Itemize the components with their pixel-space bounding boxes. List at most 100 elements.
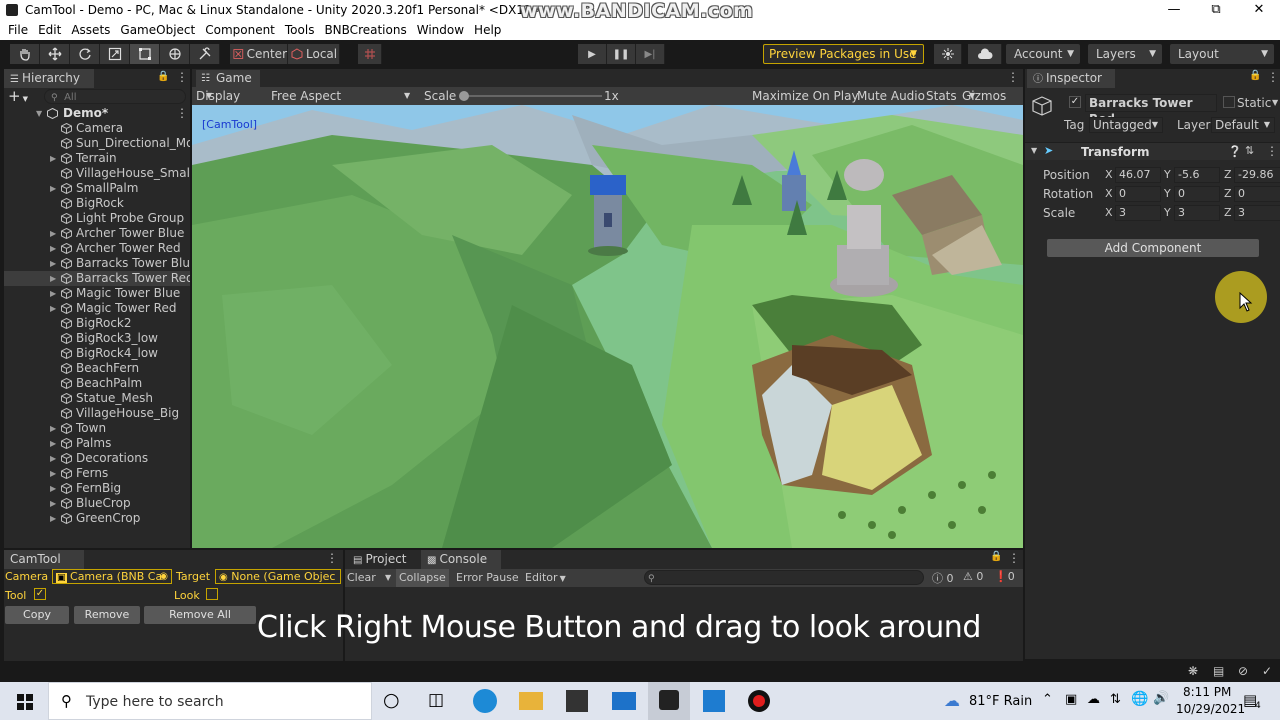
task-view-icon[interactable]: ◫ bbox=[428, 690, 444, 710]
minimize-button[interactable]: — bbox=[1152, 0, 1196, 21]
rotate-tool-button[interactable] bbox=[70, 44, 100, 64]
layers-dropdown[interactable]: Layers ▼ bbox=[1088, 44, 1162, 64]
active-checkbox[interactable]: ✓ bbox=[1069, 96, 1081, 108]
cortana-icon[interactable]: ○ bbox=[383, 689, 400, 711]
more-menu-icon[interactable]: ⋮ bbox=[326, 551, 338, 565]
edge-browser-icon[interactable] bbox=[473, 689, 497, 713]
pivot-rotation-button[interactable]: Local bbox=[288, 44, 340, 64]
lock-icon[interactable]: 🔒 bbox=[1249, 70, 1261, 81]
grid-snap-button[interactable] bbox=[358, 44, 382, 64]
pivot-mode-button[interactable]: Center bbox=[230, 44, 288, 64]
chevron-right-icon[interactable]: ▶ bbox=[50, 151, 56, 166]
hierarchy-item[interactable]: ▶ Archer Tower Blue bbox=[4, 226, 190, 241]
chevron-right-icon[interactable]: ▶ bbox=[50, 241, 56, 256]
chevron-right-icon[interactable]: ▶ bbox=[50, 256, 56, 271]
axis-y-label[interactable]: Y bbox=[1164, 168, 1171, 181]
hierarchy-item[interactable]: ▶ Decorations bbox=[4, 451, 190, 466]
hierarchy-search-input[interactable]: ⚲ All bbox=[44, 89, 186, 104]
hierarchy-item[interactable]: Sun_Directional_Morn bbox=[4, 136, 190, 151]
vscode-icon[interactable] bbox=[703, 690, 725, 712]
chevron-right-icon[interactable]: ▶ bbox=[50, 496, 56, 511]
hand-tool-button[interactable] bbox=[10, 44, 40, 64]
object-picker-icon[interactable]: ◉ bbox=[159, 570, 168, 584]
transform-y-field[interactable]: 0 bbox=[1174, 186, 1220, 202]
menu-tools[interactable]: Tools bbox=[280, 21, 320, 37]
network-icon[interactable]: ⊘ bbox=[1238, 664, 1248, 678]
transform-y-field[interactable]: -5.6 bbox=[1174, 167, 1220, 183]
store-icon[interactable] bbox=[566, 690, 588, 712]
copy-button[interactable]: Copy bbox=[5, 606, 69, 624]
menu-window[interactable]: Window bbox=[412, 21, 469, 37]
hierarchy-item[interactable]: BeachPalm bbox=[4, 376, 190, 391]
weather-text[interactable]: 81°F Rain bbox=[969, 694, 1032, 709]
maximize-button[interactable]: ⧉ bbox=[1194, 0, 1238, 21]
axis-z-label[interactable]: Z bbox=[1224, 206, 1232, 219]
scale-slider-thumb[interactable] bbox=[459, 91, 469, 101]
tab-hierarchy[interactable]: ☰ Hierarchy bbox=[4, 69, 94, 88]
error-pause-toggle[interactable]: Error Pause bbox=[456, 571, 519, 584]
chevron-right-icon[interactable]: ▶ bbox=[50, 181, 56, 196]
tab-game[interactable]: ☷ Game bbox=[196, 70, 260, 87]
hierarchy-item[interactable]: ▶ Ferns bbox=[4, 466, 190, 481]
account-dropdown[interactable]: Account ▼ bbox=[1006, 44, 1080, 64]
chevron-right-icon[interactable]: ▶ bbox=[50, 451, 56, 466]
transform-tool-button[interactable] bbox=[160, 44, 190, 64]
hierarchy-item[interactable]: Camera bbox=[4, 121, 190, 136]
transform-z-field[interactable]: 0 bbox=[1234, 186, 1280, 202]
scene-row[interactable]: ▼ Demo* ⋮ bbox=[4, 106, 190, 121]
weather-icon[interactable]: ☁ bbox=[944, 691, 960, 710]
hierarchy-item[interactable]: Statue_Mesh bbox=[4, 391, 190, 406]
console-search-input[interactable]: ⚲ bbox=[644, 570, 924, 585]
chevron-right-icon[interactable]: ▶ bbox=[50, 286, 56, 301]
hierarchy-item[interactable]: ▶ BlueCrop bbox=[4, 496, 190, 511]
clear-button[interactable]: Clear bbox=[347, 571, 376, 584]
tab-console[interactable]: ▩ Console bbox=[421, 550, 501, 569]
tray-icon[interactable]: ▣ bbox=[1065, 692, 1077, 707]
lock-icon[interactable]: 🔒 bbox=[157, 71, 169, 82]
clock-time[interactable]: 8:11 PM bbox=[1183, 685, 1231, 699]
object-name-field[interactable]: Barracks Tower Red bbox=[1085, 94, 1217, 126]
more-menu-icon[interactable]: ⋮ bbox=[176, 70, 188, 84]
file-explorer-icon[interactable] bbox=[519, 692, 543, 710]
chevron-down-icon[interactable]: ▼ bbox=[385, 573, 391, 582]
layer-dropdown[interactable]: Default ▼ bbox=[1211, 117, 1275, 133]
hierarchy-item[interactable]: Light Probe Group bbox=[4, 211, 190, 226]
error-count[interactable]: ❗0 bbox=[994, 570, 1015, 583]
chevron-up-icon[interactable]: ⌃ bbox=[1042, 692, 1053, 707]
tab-inspector[interactable]: ⓘ Inspector bbox=[1027, 69, 1115, 88]
axis-x-label[interactable]: X bbox=[1105, 206, 1113, 219]
scale-slider[interactable] bbox=[460, 95, 602, 97]
more-menu-icon[interactable]: ⋮ bbox=[1008, 551, 1020, 565]
hierarchy-item[interactable]: ▶ Archer Tower Red bbox=[4, 241, 190, 256]
hierarchy-item[interactable]: ▶ Barracks Tower Blue bbox=[4, 256, 190, 271]
chevron-down-icon[interactable]: ▼ bbox=[1272, 98, 1278, 107]
unity-taskbar-icon[interactable] bbox=[648, 682, 690, 720]
mail-icon[interactable] bbox=[612, 692, 636, 710]
hierarchy-item[interactable]: VillageHouse_Small bbox=[4, 166, 190, 181]
more-menu-icon[interactable]: ⋮ bbox=[176, 106, 188, 121]
warning-count[interactable]: ⚠ 0 bbox=[963, 570, 983, 583]
check-icon[interactable]: ✓ bbox=[1262, 664, 1272, 678]
hierarchy-item[interactable]: ▶ SmallPalm bbox=[4, 181, 190, 196]
menu-assets[interactable]: Assets bbox=[66, 21, 115, 37]
maximize-on-play-toggle[interactable]: Maximize On Play bbox=[752, 87, 859, 105]
hierarchy-item[interactable]: ▶ Barracks Tower Red bbox=[4, 271, 190, 286]
more-menu-icon[interactable]: ⋮ bbox=[1266, 144, 1278, 158]
close-button[interactable]: ✕ bbox=[1237, 0, 1280, 21]
axis-z-label[interactable]: Z bbox=[1224, 187, 1232, 200]
transform-x-field[interactable]: 3 bbox=[1115, 205, 1161, 221]
look-checkbox[interactable] bbox=[206, 588, 218, 600]
stats-toggle[interactable]: Stats bbox=[926, 87, 957, 105]
tag-dropdown[interactable]: Untagged ▼ bbox=[1089, 117, 1163, 133]
axis-y-label[interactable]: Y bbox=[1164, 187, 1171, 200]
game-viewport[interactable]: [CamTool] bbox=[192, 105, 1023, 548]
create-button[interactable]: + ▼ bbox=[8, 87, 28, 105]
axis-y-label[interactable]: Y bbox=[1164, 206, 1171, 219]
axis-x-label[interactable]: X bbox=[1105, 187, 1113, 200]
menu-file[interactable]: File bbox=[0, 21, 33, 37]
axis-z-label[interactable]: Z bbox=[1224, 168, 1232, 181]
chevron-right-icon[interactable]: ▶ bbox=[50, 271, 56, 286]
debug-icon[interactable]: ❋ bbox=[1188, 664, 1198, 678]
hierarchy-item[interactable]: ▶ Palms bbox=[4, 436, 190, 451]
transform-x-field[interactable]: 0 bbox=[1115, 186, 1161, 202]
